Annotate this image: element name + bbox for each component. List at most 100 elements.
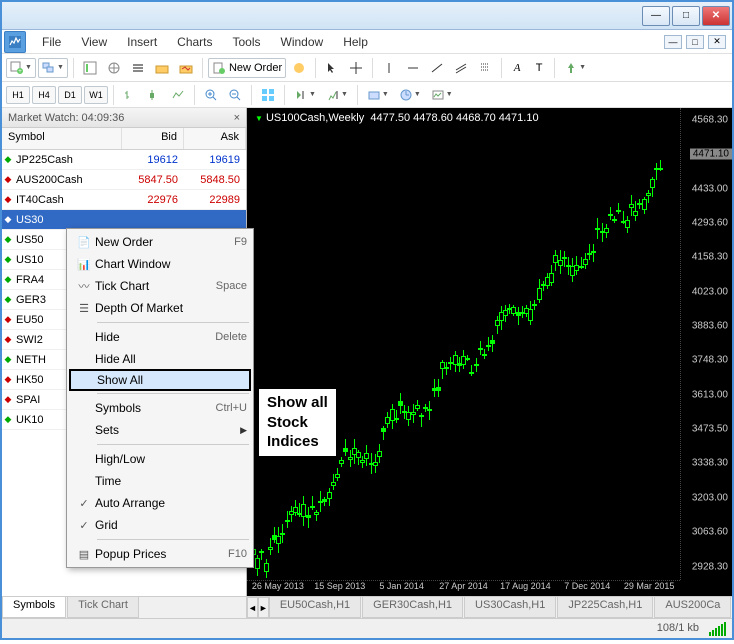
col-ask[interactable]: Ask <box>184 128 246 149</box>
bar-chart-button[interactable] <box>119 85 141 105</box>
arrow-down-icon: ◆ <box>2 314 14 325</box>
context-menu-item[interactable]: ▤Popup PricesF10 <box>69 543 251 565</box>
chart-tab[interactable]: GER30Cash,H1 <box>362 597 463 618</box>
arrow-up-icon: ◆ <box>2 154 14 165</box>
col-bid[interactable]: Bid <box>122 128 184 149</box>
timeframe-d1[interactable]: D1 <box>58 86 82 104</box>
tab-tick-chart[interactable]: Tick Chart <box>67 597 139 618</box>
context-menu-item[interactable]: 📊Chart Window <box>69 253 251 275</box>
chart-tab[interactable]: AUS200Ca <box>654 597 731 618</box>
context-menu-item[interactable]: ✓Auto Arrange <box>69 492 251 514</box>
tab-scroll-right[interactable]: ► <box>258 597 269 618</box>
channel-button[interactable] <box>450 58 472 78</box>
market-watch-row[interactable]: ◆IT40Cash2297622989 <box>2 190 246 210</box>
new-order-button[interactable]: New Order <box>208 58 286 78</box>
cursor-button[interactable] <box>321 58 343 78</box>
market-watch-row[interactable]: ◆AUS200Cash5847.505848.50 <box>2 170 246 190</box>
context-menu-item[interactable]: Hide All <box>69 348 251 370</box>
indicators-button[interactable]: ▼ <box>363 85 393 105</box>
market-watch-button[interactable] <box>79 58 101 78</box>
timeframe-h1[interactable]: H1 <box>6 86 30 104</box>
arrow-down-icon: ◆ <box>2 394 14 405</box>
menu-item-label: Time <box>95 474 247 488</box>
data-window-button[interactable] <box>127 58 149 78</box>
zoom-in-button[interactable] <box>200 85 222 105</box>
price-tick: 2928.30 <box>692 561 728 572</box>
menu-item-label: Sets <box>95 423 240 437</box>
context-menu-item[interactable]: Show All <box>69 369 251 391</box>
window-maximize-button[interactable]: □ <box>672 6 700 26</box>
menu-insert[interactable]: Insert <box>117 33 167 51</box>
context-menu-item[interactable]: ☰Depth Of Market <box>69 297 251 319</box>
tab-scroll-left[interactable]: ◄ <box>247 597 258 618</box>
chart-shift-button[interactable]: ▼ <box>322 85 352 105</box>
menu-item-icon: 📊 <box>73 258 95 271</box>
market-watch-row[interactable]: ◆US30 <box>2 210 246 230</box>
strategy-tester-button[interactable] <box>175 58 197 78</box>
mdi-minimize-button[interactable]: — <box>664 35 682 49</box>
market-watch-header: Symbol Bid Ask <box>2 128 246 150</box>
templates-button[interactable]: ▼ <box>427 85 457 105</box>
tab-symbols[interactable]: Symbols <box>2 597 66 618</box>
fibonacci-button[interactable] <box>474 58 496 78</box>
zoom-out-button[interactable] <box>224 85 246 105</box>
timeframe-w1[interactable]: W1 <box>84 86 108 104</box>
window-close-button[interactable]: ✕ <box>702 6 730 26</box>
market-watch-row[interactable]: ◆JP225Cash1961219619 <box>2 150 246 170</box>
new-chart-button[interactable]: +▼ <box>6 58 36 78</box>
menu-tools[interactable]: Tools <box>223 33 271 51</box>
arrows-button[interactable]: ▼ <box>560 58 590 78</box>
chart-tab[interactable]: EU50Cash,H1 <box>269 597 361 618</box>
context-menu-item[interactable]: 📄New OrderF9 <box>69 231 251 253</box>
context-menu-item[interactable]: HideDelete <box>69 326 251 348</box>
crosshair-button[interactable] <box>345 58 367 78</box>
mdi-restore-button[interactable]: □ <box>686 35 704 49</box>
window-minimize-button[interactable]: — <box>642 6 670 26</box>
menu-item-icon: ▤ <box>73 548 95 561</box>
context-menu-item[interactable]: ✓Grid <box>69 514 251 536</box>
navigator-button[interactable] <box>103 58 125 78</box>
profiles-button[interactable]: ▼ <box>38 58 68 78</box>
price-tick: 3338.30 <box>692 458 728 469</box>
signal-icon <box>709 622 726 636</box>
col-symbol[interactable]: Symbol <box>2 128 122 149</box>
context-menu-item[interactable]: SymbolsCtrl+U <box>69 397 251 419</box>
menu-help[interactable]: Help <box>333 33 378 51</box>
market-watch-close-icon[interactable]: × <box>234 112 240 124</box>
candle-chart-button[interactable] <box>143 85 165 105</box>
context-menu-item[interactable]: High/Low <box>69 448 251 470</box>
metaquotes-button[interactable] <box>288 58 310 78</box>
arrow-up-icon: ◆ <box>2 274 14 285</box>
menu-window[interactable]: Window <box>271 33 334 51</box>
terminal-button[interactable] <box>151 58 173 78</box>
chart-area[interactable]: ▼ US100Cash,Weekly 4477.50 4478.60 4468.… <box>247 108 732 596</box>
context-menu-item[interactable]: Sets▶ <box>69 419 251 441</box>
line-chart-button[interactable] <box>167 85 189 105</box>
tile-windows-button[interactable] <box>257 85 279 105</box>
submenu-arrow-icon: ▶ <box>240 425 247 436</box>
price-tick: 3748.30 <box>692 355 728 366</box>
trendline-button[interactable] <box>426 58 448 78</box>
vertical-line-button[interactable] <box>378 58 400 78</box>
text-label-button[interactable]: T <box>529 58 549 78</box>
menu-file[interactable]: File <box>32 33 71 51</box>
chart-title: ▼ US100Cash,Weekly 4477.50 4478.60 4468.… <box>255 112 539 124</box>
text-button[interactable]: A <box>507 58 527 78</box>
ask-price: 19619 <box>184 154 246 166</box>
context-menu-item[interactable]: Time <box>69 470 251 492</box>
periodicity-button[interactable]: ▼ <box>395 85 425 105</box>
time-tick: 27 Apr 2014 <box>433 581 495 596</box>
menu-item-icon: ☰ <box>73 302 95 315</box>
menu-item-label: Auto Arrange <box>95 496 247 510</box>
horizontal-line-button[interactable] <box>402 58 424 78</box>
price-tick: 4293.60 <box>692 218 728 229</box>
context-menu-item[interactable]: 〰Tick ChartSpace <box>69 275 251 297</box>
menu-view[interactable]: View <box>71 33 117 51</box>
menu-charts[interactable]: Charts <box>167 33 222 51</box>
status-bar: 108/1 kb <box>2 618 732 638</box>
chart-tab[interactable]: US30Cash,H1 <box>464 597 556 618</box>
chart-tab[interactable]: JP225Cash,H1 <box>557 597 653 618</box>
timeframe-h4[interactable]: H4 <box>32 86 56 104</box>
mdi-close-button[interactable]: ✕ <box>708 35 726 49</box>
autoscroll-button[interactable]: ▼ <box>290 85 320 105</box>
